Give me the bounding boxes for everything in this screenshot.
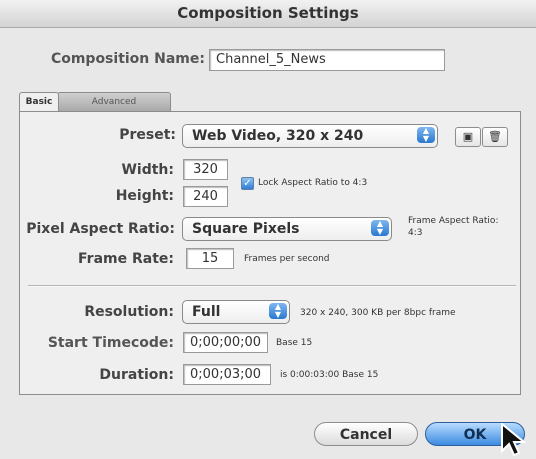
height-input[interactable]: 240 bbox=[183, 186, 228, 207]
start-timecode-base: Base 15 bbox=[276, 338, 313, 348]
composition-name-input[interactable]: Channel_5_News bbox=[209, 49, 445, 71]
composition-settings-dialog: Composition Settings Composition Name: C… bbox=[0, 0, 536, 459]
duration-info: is 0:00:03:00 Base 15 bbox=[280, 370, 379, 380]
trash-icon: 🗑 bbox=[488, 130, 502, 143]
pixel-aspect-label: Pixel Aspect Ratio: bbox=[26, 221, 175, 237]
composition-name-label: Composition Name: bbox=[50, 51, 205, 67]
preset-select[interactable]: Web Video, 320 x 240 ▲ ▼ bbox=[182, 124, 438, 148]
pixel-aspect-value: Square Pixels bbox=[192, 221, 300, 237]
save-icon: ▣ bbox=[462, 130, 474, 143]
frame-rate-input[interactable]: 15 bbox=[186, 248, 234, 269]
frame-rate-unit: Frames per second bbox=[244, 254, 330, 264]
frame-aspect-label: Frame Aspect Ratio: bbox=[408, 216, 499, 226]
section-divider bbox=[28, 285, 516, 287]
resolution-label: Resolution: bbox=[84, 304, 174, 320]
start-timecode-input[interactable]: 0;00;00;00 bbox=[183, 332, 268, 353]
start-timecode-label: Start Timecode: bbox=[47, 335, 174, 351]
tab-basic[interactable]: Basic bbox=[19, 92, 59, 111]
tab-advanced[interactable]: Advanced bbox=[57, 92, 171, 111]
mouse-pointer-icon bbox=[501, 423, 526, 457]
resolution-info: 320 x 240, 300 KB per 8bpc frame bbox=[300, 308, 456, 318]
chevron-updown-icon: ▲ ▼ bbox=[371, 220, 389, 236]
resolution-value: Full bbox=[192, 304, 221, 320]
duration-input[interactable]: 0;00;03;00 bbox=[183, 364, 271, 385]
chevron-updown-icon: ▲ ▼ bbox=[269, 303, 287, 319]
chevron-updown-icon: ▲ ▼ bbox=[417, 127, 435, 143]
duration-label: Duration: bbox=[99, 367, 174, 383]
window-title: Composition Settings bbox=[0, 0, 536, 28]
resolution-select[interactable]: Full ▲ ▼ bbox=[182, 300, 290, 324]
preset-value: Web Video, 320 x 240 bbox=[192, 128, 364, 144]
preset-label: Preset: bbox=[119, 127, 176, 143]
cancel-button[interactable]: Cancel bbox=[314, 422, 418, 446]
lock-aspect-label: Lock Aspect Ratio to 4:3 bbox=[258, 178, 368, 188]
pixel-aspect-select[interactable]: Square Pixels ▲ ▼ bbox=[182, 217, 392, 241]
frame-aspect-value: 4:3 bbox=[408, 228, 423, 238]
width-input[interactable]: 320 bbox=[183, 159, 228, 180]
frame-rate-label: Frame Rate: bbox=[78, 251, 174, 267]
save-preset-button[interactable]: ▣ bbox=[455, 127, 481, 147]
height-label: Height: bbox=[115, 188, 174, 204]
lock-aspect-checkbox[interactable]: ✓ bbox=[241, 177, 254, 190]
delete-preset-button[interactable]: 🗑 bbox=[482, 127, 508, 147]
width-label: Width: bbox=[121, 162, 174, 178]
